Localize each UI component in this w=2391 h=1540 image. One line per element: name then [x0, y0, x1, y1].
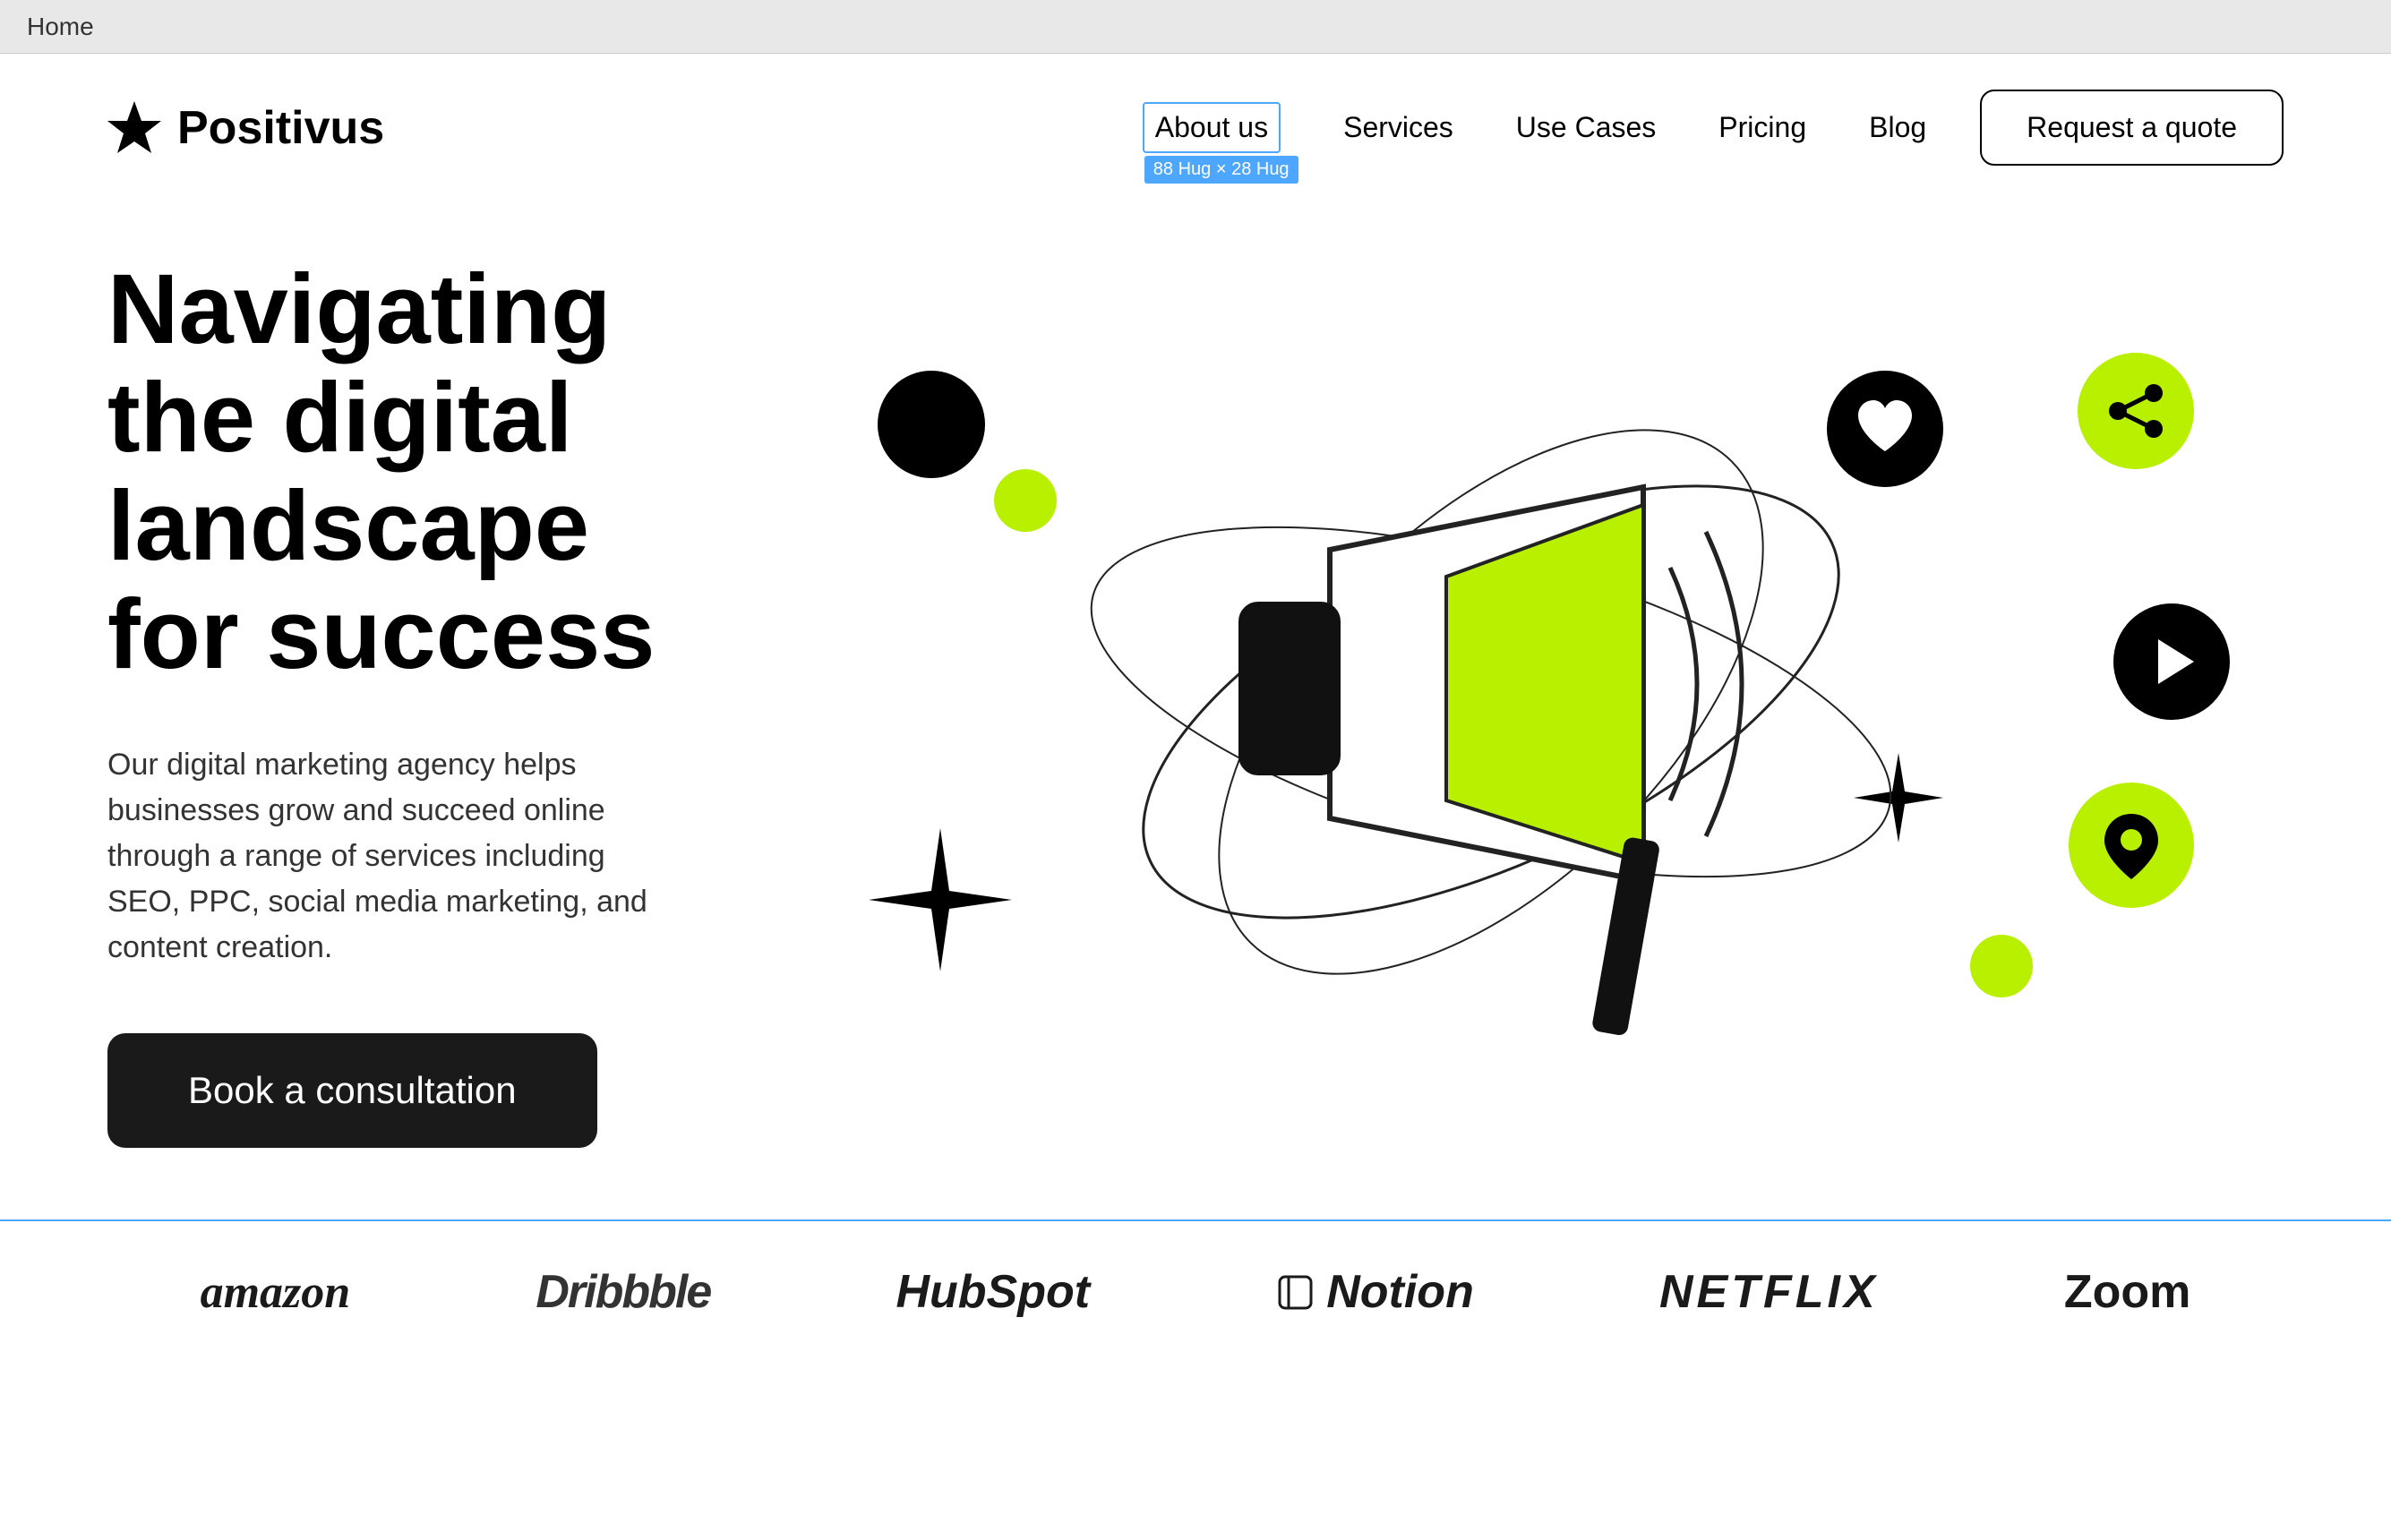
- hero-section: Navigating the digital landscape for suc…: [0, 201, 2391, 1219]
- location-icon: [2069, 783, 2194, 908]
- green-circle-decoration-1: [994, 469, 1057, 532]
- nav-link-use-cases[interactable]: Use Cases: [1516, 111, 1657, 144]
- brand-notion: Notion: [1275, 1265, 1474, 1319]
- brand-netflix: NETFLIX: [1659, 1265, 1879, 1319]
- brand-amazon: amazon: [201, 1266, 351, 1319]
- nav-links: About us 88 Hug × 28 Hug Services Use Ca…: [1143, 102, 1926, 153]
- brand-zoom: Zoom: [2064, 1265, 2191, 1319]
- nav-link-about-us[interactable]: About us: [1155, 111, 1268, 143]
- logo[interactable]: Positivus: [107, 101, 384, 155]
- star-decoration-1: [869, 828, 1012, 988]
- logo-text: Positivus: [177, 101, 384, 155]
- nav-link-services[interactable]: Services: [1343, 111, 1453, 144]
- notion-icon: [1275, 1272, 1315, 1313]
- page-content: Positivus About us 88 Hug × 28 Hug Servi…: [0, 54, 2391, 1540]
- about-us-size-badge: 88 Hug × 28 Hug: [1144, 156, 1298, 184]
- hero-description: Our digital marketing agency helps busin…: [107, 742, 681, 971]
- hero-content: Navigating the digital landscape for suc…: [107, 255, 734, 1148]
- brand-hubspot: HubSpot: [896, 1265, 1090, 1319]
- browser-chrome: Home: [0, 0, 2391, 54]
- navbar: Positivus About us 88 Hug × 28 Hug Servi…: [0, 54, 2391, 201]
- black-circle-decoration: [878, 371, 985, 478]
- play-icon: [2113, 603, 2230, 720]
- green-circle-decoration-2: [1970, 935, 2033, 997]
- brands-bar: amazon Dribbble HubSpot Notion NETFLIX Z…: [0, 1219, 2391, 1363]
- book-consultation-button[interactable]: Book a consultation: [107, 1033, 597, 1148]
- hero-illustration: [734, 299, 2284, 1105]
- hero-title: Navigating the digital landscape for suc…: [107, 255, 734, 689]
- nav-about-us-container: About us 88 Hug × 28 Hug: [1143, 102, 1281, 153]
- browser-tab-label: Home: [27, 13, 94, 41]
- megaphone-wrapper: [734, 299, 2284, 1105]
- share-icon: [2078, 353, 2194, 469]
- heart-icon: [1827, 371, 1943, 487]
- request-quote-button[interactable]: Request a quote: [1980, 90, 2284, 166]
- star-decoration-2: [1854, 753, 1943, 854]
- nav-link-blog[interactable]: Blog: [1869, 111, 1926, 144]
- logo-icon: [107, 101, 161, 155]
- brand-dribbble: Dribbble: [536, 1265, 710, 1319]
- nav-link-pricing[interactable]: Pricing: [1718, 111, 1806, 144]
